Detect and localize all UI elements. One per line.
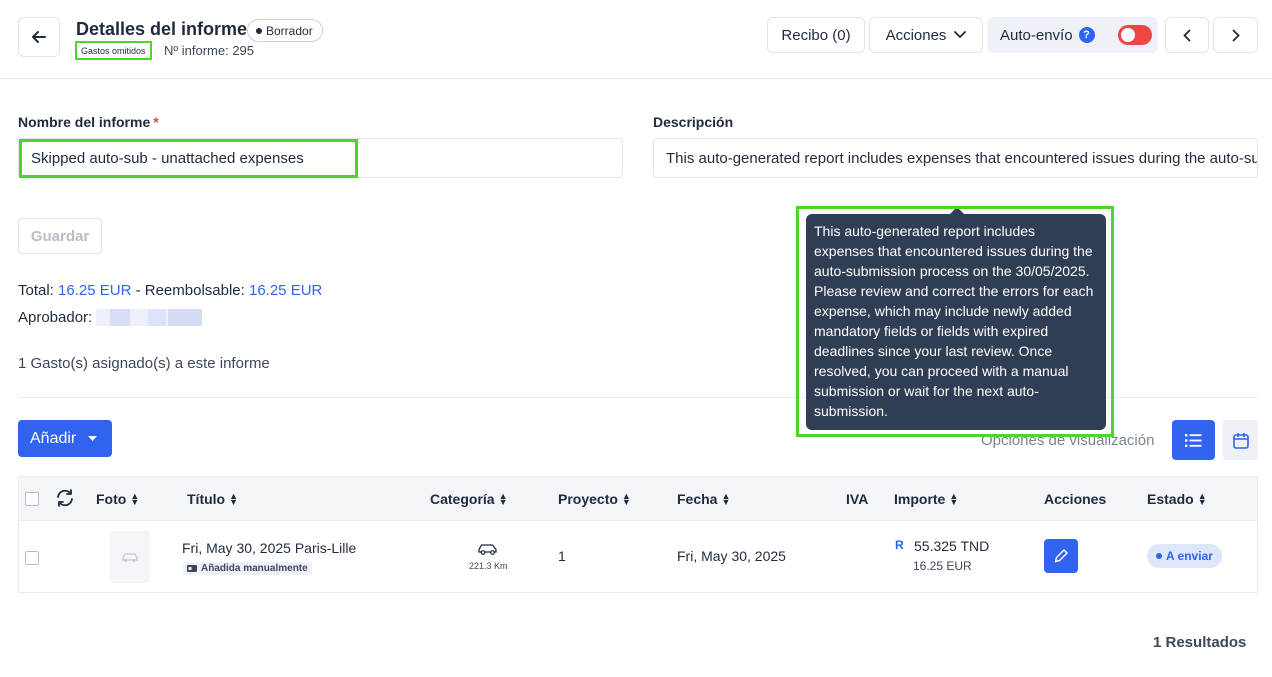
row-amount: 55.325 TND [914,538,990,554]
column-header-project[interactable]: Proyecto ▲ ▼ [558,491,631,507]
column-label-amount: Importe [894,491,946,507]
column-header-actions: Acciones [1044,491,1106,507]
approver-line: Aprobador: [18,309,203,326]
report-number: Nº informe: 295 [164,43,255,58]
status-dot [256,27,262,34]
add-expense-button[interactable]: Añadir [18,420,112,457]
sort-icon: ▲ ▼ [721,491,731,507]
reimbursable-value: 16.25 EUR [248,282,323,299]
row-checkbox[interactable] [25,551,39,565]
receipt-photo-placeholder[interactable] [110,531,150,583]
column-label-category: Categoría [430,491,495,507]
column-header-amount[interactable]: Importe ▲ ▼ [894,491,958,507]
add-expense-label: Añadir [30,429,77,447]
sort-icon: ▲ ▼ [229,491,239,507]
report-name-highlight [19,139,358,178]
column-label-photo: Foto [96,491,127,507]
column-header-state[interactable]: Estado ▲ ▼ [1147,491,1207,507]
reimbursable-marker: R [895,538,904,552]
reimbursable-label: Reembolsable: [144,282,245,299]
sort-icon: ▲ ▼ [498,491,508,507]
chevron-down-icon [954,31,967,39]
sort-icon: ▲ ▼ [621,491,631,507]
car-icon [122,552,138,562]
actions-dropdown-button[interactable]: Acciones [869,17,983,53]
chevron-left-icon [1183,29,1191,41]
calendar-view-button[interactable] [1223,420,1258,460]
column-label-date: Fecha [677,491,718,507]
description-label: Descripción [653,114,734,130]
list-view-icon [1185,433,1202,447]
required-marker: * [153,114,159,130]
refresh-icon [57,489,73,507]
status-label: Borrador [266,23,313,38]
back-button[interactable] [18,17,60,57]
totals-separator: - [135,282,141,299]
category-car [477,542,499,559]
column-header-category[interactable]: Categoría ▲ ▼ [430,491,508,507]
autosend-label: Auto-envío [1000,26,1073,44]
total-label: Total: [18,282,54,299]
totals-line: Total: 16.25 EUR - Reembolsable: 16.25 E… [18,282,322,299]
results-count: 1 Resultados [1153,634,1247,651]
next-report-button[interactable] [1213,17,1258,53]
row-title[interactable]: Fri, May 30, 2025 Paris-Lille [182,540,356,556]
list-view-button[interactable] [1172,420,1215,460]
autosend-toggle[interactable] [1117,25,1152,45]
chevron-right-icon [1232,29,1240,41]
help-icon[interactable]: ? [1078,27,1095,43]
total-value: 16.25 EUR [58,282,132,299]
back-arrow-icon [32,31,46,43]
description-input[interactable]: This auto-generated report includes expe… [653,138,1258,178]
omitted-expenses-tag: Gastos omitidos [75,41,152,60]
column-header-vat: IVA [846,491,868,507]
row-amount-converted: 16.25 EUR [913,559,972,573]
column-label-actions: Acciones [1044,491,1107,507]
column-label-state: Estado [1147,491,1194,507]
sort-icon: ▲ ▼ [130,491,140,507]
caret-down-icon [88,435,98,441]
tooltip-highlight [796,206,1114,437]
status-badge: Borrador [247,19,323,42]
table-header: Foto ▲ ▼ Título ▲ ▼ Categoría ▲ ▼ Proyecto ▲ ▼ F… [18,476,1258,521]
column-header-photo[interactable]: Foto ▲ ▼ [96,491,139,507]
approver-label: Aprobador: [18,309,93,326]
row-project: 1 [558,548,566,564]
report-name-label-text: Nombre del informe [18,114,151,130]
autosend-control: Auto-envío ? [987,17,1158,53]
id-card-icon [187,565,197,572]
edit-expense-button[interactable] [1044,539,1078,573]
pencil-icon [1054,549,1068,563]
receipt-button[interactable]: Recibo (0) [767,17,865,53]
column-label-project: Proyecto [558,491,618,507]
table-row[interactable]: Fri, May 30, 2025 Paris-Lille Añadida ma… [18,521,1258,593]
manual-entry-label: Añadida manualmente [201,563,308,574]
column-header-title[interactable]: Título ▲ ▼ [187,491,238,507]
state-dot [1156,553,1162,559]
report-name-label: Nombre del informe * [18,114,159,130]
column-label-vat: IVA [846,491,869,507]
row-date: Fri, May 30, 2025 [677,548,786,564]
select-all-checkbox[interactable] [25,492,39,506]
approver-redacted [96,309,203,326]
sort-icon: ▲ ▼ [1197,491,1207,507]
column-label-title: Título [187,491,226,507]
page-title: Detalles del informe [76,19,248,39]
sort-icon: ▲ ▼ [949,491,959,507]
assigned-count-text: 1 Gasto(s) asignado(s) a este informe [18,355,270,372]
header-divider [0,78,1272,79]
calendar-icon [1232,432,1249,449]
previous-report-button[interactable] [1165,17,1209,53]
car-icon [478,544,497,555]
actions-dropdown-label: Acciones [885,26,947,44]
category-distance: 221.3 Km [469,561,508,571]
refresh-button[interactable] [55,489,75,507]
row-state-badge: A enviar [1147,544,1222,568]
manual-entry-tag: Añadida manualmente [183,562,312,575]
column-header-date[interactable]: Fecha ▲ ▼ [677,491,730,507]
row-state-label: A enviar [1166,549,1213,563]
save-button[interactable]: Guardar [18,218,102,254]
